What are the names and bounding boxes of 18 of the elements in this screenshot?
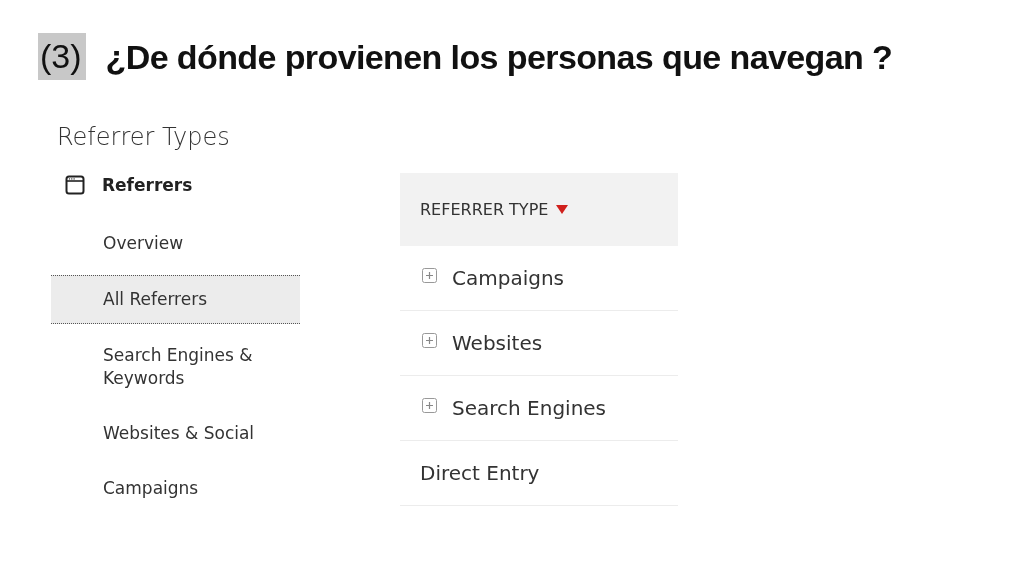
table-cell: Websites xyxy=(452,331,543,355)
expand-icon[interactable] xyxy=(422,267,437,283)
expand-icon[interactable] xyxy=(422,397,437,413)
nav-item[interactable]: All Referrers xyxy=(51,275,300,324)
table-cell: Campaigns xyxy=(452,266,564,290)
slide-title: ¿De dónde provienen los personas que navegan ? xyxy=(105,36,893,78)
column-header[interactable]: REFERRER TYPE xyxy=(400,173,678,246)
page-heading: Referrer Types xyxy=(56,122,231,153)
nav-item[interactable]: Campaigns xyxy=(51,465,300,512)
slide-number: (3) xyxy=(38,33,86,80)
nav-item[interactable]: Websites & Social xyxy=(51,410,300,457)
browser-window-icon xyxy=(65,175,85,195)
table-cell: Search Engines xyxy=(452,396,607,420)
nav-item[interactable]: Search Engines & Keywords xyxy=(51,332,300,402)
section-label: Referrers xyxy=(102,175,193,195)
table-cell: Direct Entry xyxy=(420,461,540,485)
nav-item[interactable]: Overview xyxy=(51,220,300,267)
expand-icon[interactable] xyxy=(422,332,437,348)
